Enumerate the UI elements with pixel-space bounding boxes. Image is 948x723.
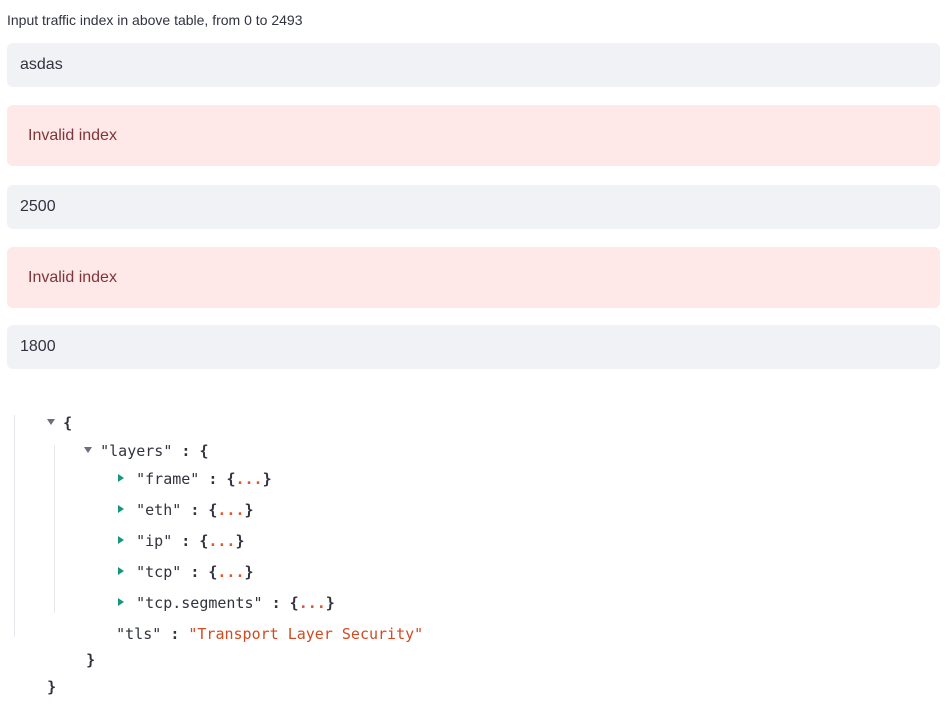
error-alert: Invalid index xyxy=(7,105,940,166)
index-input[interactable]: asdas xyxy=(7,43,940,87)
json-node-tcp[interactable]: "tcp" : {...} xyxy=(82,536,254,581)
json-layers-toggle[interactable]: "layers" : { xyxy=(48,415,209,460)
json-node-tcp-segments[interactable]: "tcp.segments" : {...} xyxy=(82,567,335,612)
error-alert-text: Invalid index xyxy=(28,268,117,286)
json-root-toggle[interactable]: { xyxy=(11,387,72,432)
json-brace: } xyxy=(86,651,96,669)
index-input-label: Input traffic index in above table, from… xyxy=(7,12,303,28)
json-node-ip[interactable]: "ip" : {...} xyxy=(82,505,245,550)
index-input-value: asdas xyxy=(20,56,63,73)
json-node-frame[interactable]: "frame" : {...} xyxy=(82,443,272,488)
json-brace: } xyxy=(244,501,254,519)
index-input[interactable]: 2500 xyxy=(7,185,940,229)
index-input-value: 1800 xyxy=(20,338,56,355)
json-brace: } xyxy=(262,470,272,488)
json-layers-close: } xyxy=(50,624,95,669)
json-node-eth[interactable]: "eth" : {...} xyxy=(82,474,254,519)
error-alert: Invalid index xyxy=(7,247,940,308)
index-input[interactable]: 1800 xyxy=(7,325,940,369)
json-node-tls: "tls" : "Transport Layer Security" xyxy=(80,598,423,643)
json-string-value: "Transport Layer Security" xyxy=(188,625,424,643)
json-key: "tls" xyxy=(116,625,162,643)
json-colon: : xyxy=(170,625,180,643)
error-alert-text: Invalid index xyxy=(28,126,117,144)
index-input-value: 2500 xyxy=(20,198,56,215)
json-root-close: } xyxy=(11,651,56,696)
json-brace: } xyxy=(47,678,57,696)
